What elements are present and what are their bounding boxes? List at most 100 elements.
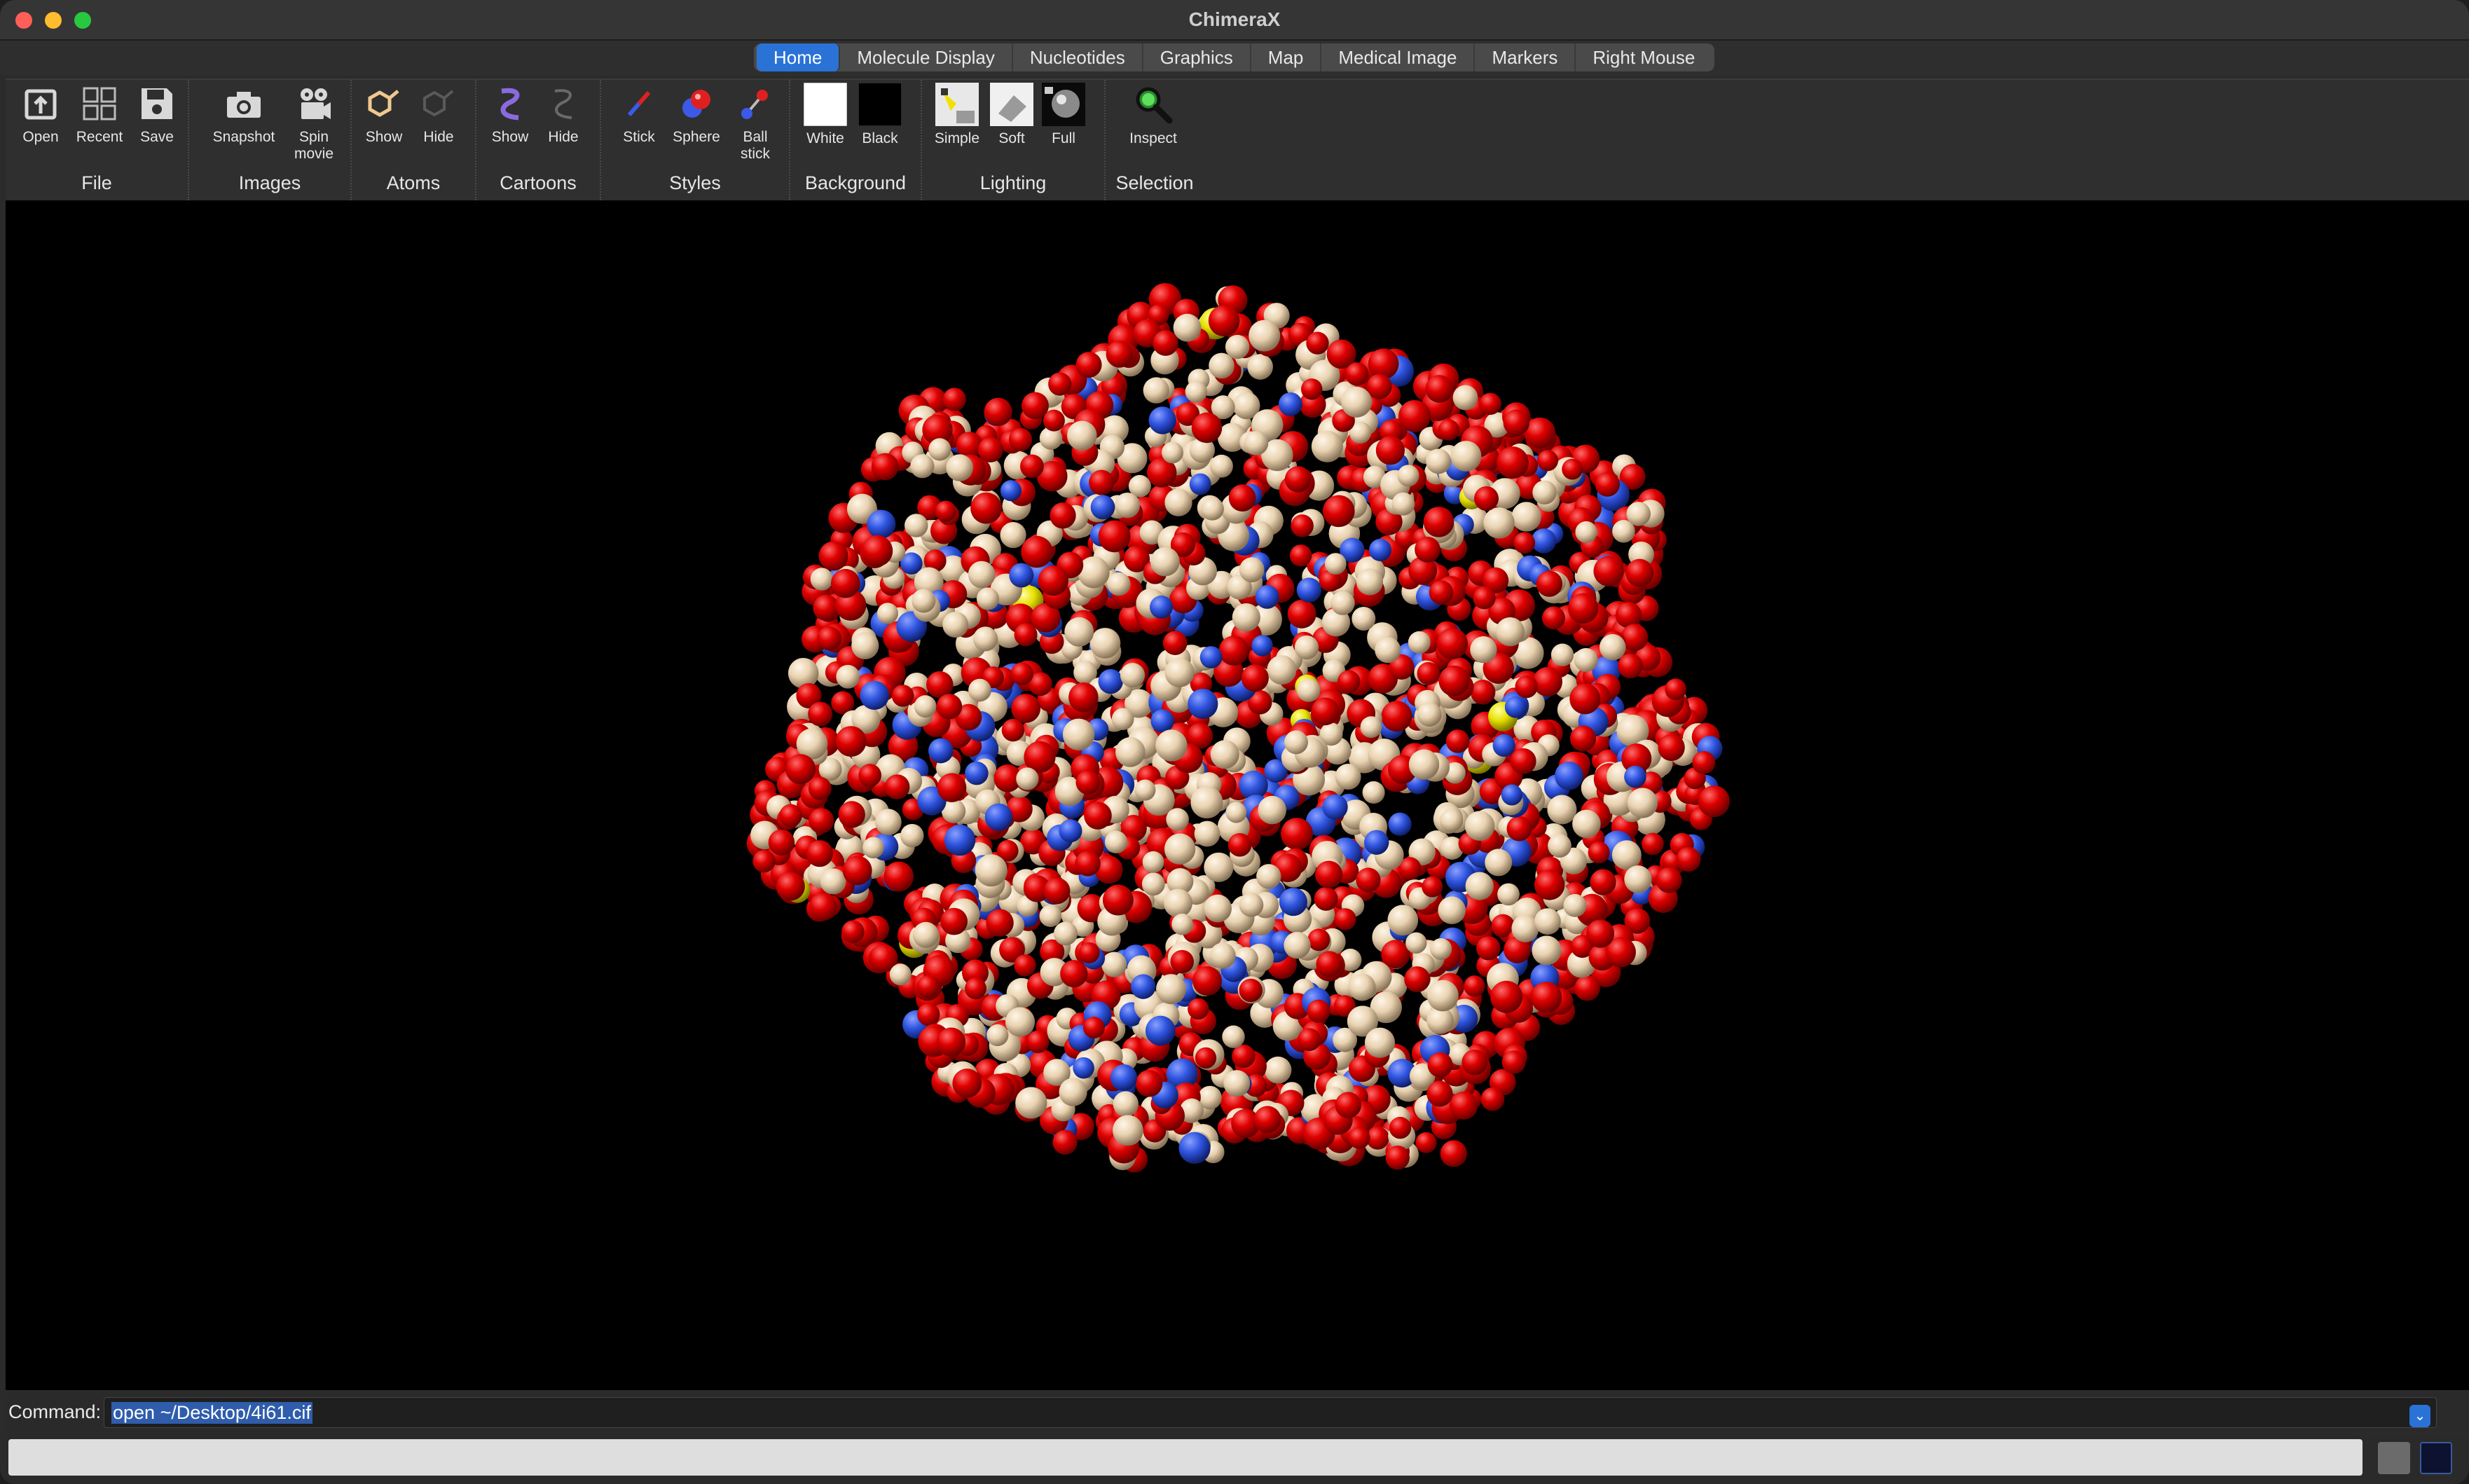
atom-sphere: [809, 808, 834, 834]
command-input[interactable]: open ~/Desktop/4i61.cif ⌄: [104, 1397, 2437, 1428]
hide-atoms-button[interactable]: Hide: [408, 83, 469, 170]
atom-sphere: [942, 612, 969, 638]
atom-sphere: [965, 761, 989, 785]
atom-sphere: [1311, 697, 1340, 726]
simple-lighting-button[interactable]: Simple: [926, 83, 988, 170]
atom-sphere: [912, 589, 936, 613]
atom-sphere: [836, 665, 860, 689]
atom-sphere: [1464, 975, 1485, 997]
atom-sphere: [1572, 809, 1601, 839]
atom-sphere: [1258, 795, 1286, 825]
chimerax-window: ChimeraX Home Molecule Display Nucleotid…: [0, 0, 2469, 1484]
atom-sphere: [1436, 628, 1468, 659]
graphics-viewport[interactable]: [6, 200, 2469, 1390]
atom-sphere: [768, 829, 795, 856]
tab-home[interactable]: Home: [757, 43, 841, 71]
open-button[interactable]: Open: [10, 83, 71, 170]
atom-sphere: [1307, 999, 1330, 1023]
atom-sphere: [1223, 1070, 1251, 1097]
atom-sphere: [1075, 352, 1102, 378]
atom-sphere: [1050, 502, 1076, 529]
spin-movie-button[interactable]: Spin movie: [283, 83, 345, 170]
atom-sphere: [1345, 362, 1369, 386]
atom-sphere: [1098, 669, 1123, 694]
atom-sphere: [1162, 631, 1188, 655]
atom-sphere: [1542, 606, 1565, 630]
tab-map[interactable]: Map: [1251, 43, 1322, 71]
group-cartoons: Show Hide Cartoons: [476, 80, 601, 200]
atom-spheres: [746, 283, 1730, 1173]
white-background-button[interactable]: White: [795, 83, 856, 170]
atom-sphere: [1550, 643, 1574, 666]
atom-sphere: [1322, 794, 1348, 820]
atom-sphere: [1063, 718, 1095, 750]
black-background-button[interactable]: Black: [849, 83, 911, 170]
atom-sphere: [1043, 409, 1065, 432]
tab-markers[interactable]: Markers: [1475, 43, 1576, 71]
molecule-structure[interactable]: [6, 200, 2469, 1390]
atom-sphere: [877, 603, 898, 624]
show-cartoons-button[interactable]: Show: [479, 83, 541, 170]
atom-sphere: [1563, 894, 1587, 917]
hide-cartoons-button[interactable]: Hide: [532, 83, 594, 170]
tab-graphics[interactable]: Graphics: [1143, 43, 1251, 71]
atom-sphere: [1368, 348, 1399, 380]
atom-sphere: [1209, 942, 1236, 969]
atom-sphere: [1698, 785, 1730, 818]
atom-sphere: [1010, 662, 1034, 685]
atom-sphere: [1296, 577, 1321, 603]
tab-medical-image[interactable]: Medical Image: [1321, 43, 1476, 71]
group-file: Open Recent Save File: [6, 80, 189, 200]
atom-sphere: [1107, 572, 1131, 596]
full-lighting-button[interactable]: Full: [1033, 83, 1094, 170]
atom-sphere: [944, 824, 976, 856]
log-toggle-icon[interactable]: [2378, 1442, 2410, 1474]
atom-sphere: [1547, 795, 1577, 825]
chevron-down-icon: ⌄: [2414, 1408, 2426, 1424]
atom-sphere: [1495, 617, 1525, 647]
atom-sphere: [965, 977, 986, 1000]
show-atoms-button[interactable]: Show: [353, 83, 415, 170]
save-button[interactable]: Save: [126, 83, 188, 170]
atom-sphere: [1569, 683, 1601, 715]
atom-sphere: [1574, 647, 1598, 672]
atom-sphere: [1000, 522, 1026, 549]
graphics-status-icon[interactable]: [2420, 1442, 2452, 1474]
atom-sphere: [884, 774, 910, 799]
atom-sphere: [1189, 473, 1211, 495]
atom-sphere: [1301, 378, 1323, 400]
atom-sphere: [936, 694, 963, 720]
atom-sphere: [1120, 663, 1146, 688]
atom-sphere: [1534, 870, 1565, 900]
ball-and-stick-style-button[interactable]: Ball stick: [724, 83, 786, 170]
tab-nucleotides[interactable]: Nucleotides: [1013, 43, 1143, 71]
atom-sphere: [1438, 665, 1470, 696]
atom-sphere: [1131, 974, 1156, 999]
atom-sphere: [1438, 419, 1459, 441]
atom-sphere: [1075, 851, 1101, 877]
atom-sphere: [1284, 466, 1312, 493]
atom-sphere: [1307, 928, 1330, 951]
snapshot-button[interactable]: Snapshot: [209, 83, 279, 170]
recent-button[interactable]: Recent: [69, 83, 130, 170]
atom-sphere: [1188, 998, 1209, 1020]
atom-sphere: [817, 626, 841, 651]
sphere-style-button[interactable]: Sphere: [666, 83, 727, 170]
command-history-dropdown[interactable]: ⌄: [2409, 1405, 2430, 1427]
atom-sphere: [1210, 740, 1239, 769]
status-message-field: [8, 1439, 2363, 1476]
atom-sphere: [871, 453, 899, 481]
inspect-button[interactable]: Inspect: [1122, 83, 1184, 170]
atom-sphere: [1209, 352, 1234, 379]
command-line: Command: open ~/Desktop/4i61.cif ⌄: [6, 1393, 2469, 1432]
atom-sphere: [1155, 729, 1188, 762]
stick-style-button[interactable]: Stick: [608, 83, 670, 170]
group-label-cartoons: Cartoons: [500, 172, 577, 193]
atom-sphere: [968, 561, 996, 589]
atom-sphere: [1239, 978, 1263, 1003]
atom-sphere: [808, 701, 833, 727]
tab-molecule-display[interactable]: Molecule Display: [840, 43, 1013, 71]
atom-sphere: [1232, 603, 1260, 632]
tab-right-mouse[interactable]: Right Mouse: [1576, 43, 1712, 71]
atom-sphere: [973, 626, 998, 652]
